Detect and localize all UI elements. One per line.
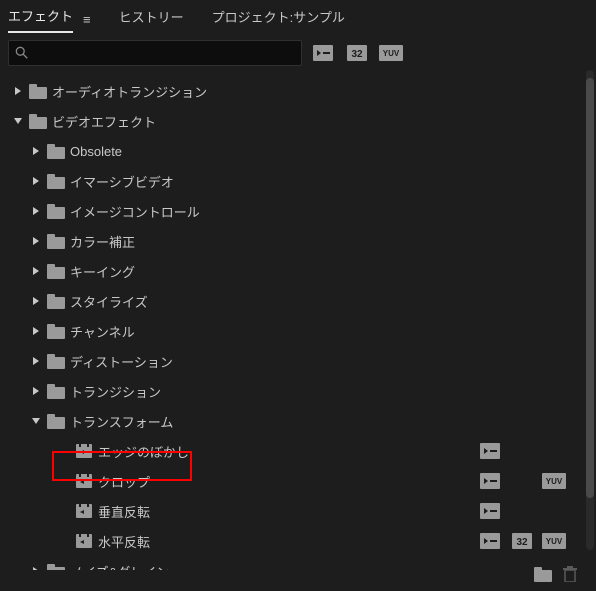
folder-icon	[46, 413, 66, 429]
folder-icon	[46, 563, 66, 570]
folder-transition[interactable]: トランジション	[4, 376, 596, 406]
accelerated-badge-icon	[480, 533, 500, 549]
folder-label: トランスフォーム	[70, 412, 568, 431]
chevron-right-icon	[30, 267, 42, 275]
folder-label: ビデオエフェクト	[52, 112, 568, 131]
search-toolbar	[0, 32, 596, 72]
folder-icon	[46, 293, 66, 309]
chevron-right-icon	[30, 387, 42, 395]
folder-icon	[46, 143, 66, 159]
folder-icon	[46, 353, 66, 369]
chevron-right-icon	[12, 87, 24, 95]
folder-label: キーイング	[70, 262, 568, 281]
effect-badges	[478, 503, 566, 519]
tab-effects[interactable]: エフェクト	[8, 6, 73, 33]
folder-transform[interactable]: トランスフォーム	[4, 406, 596, 436]
folder-icon	[46, 203, 66, 219]
folder-channel[interactable]: チャンネル	[4, 316, 596, 346]
folder-icon	[46, 323, 66, 339]
panel-menu-icon[interactable]: ≡	[83, 12, 91, 27]
folder-label: ディストーション	[70, 352, 568, 371]
search-icon	[15, 46, 29, 60]
folder-noise-grain[interactable]: ノイズ&グレイン	[4, 556, 596, 570]
panel-tabs: エフェクト ≡ ヒストリー プロジェクト:サンプル	[0, 0, 596, 32]
tab-project[interactable]: プロジェクト:サンプル	[212, 7, 345, 32]
filter-accelerated-button[interactable]	[310, 42, 336, 64]
folder-icon	[46, 263, 66, 279]
effect-badges	[478, 533, 566, 549]
effect-vertical-flip[interactable]: 垂直反転	[4, 496, 596, 526]
folder-label: スタイライズ	[70, 292, 568, 311]
accelerated-badge-icon	[480, 503, 500, 519]
folder-label: ノイズ&グレイン	[70, 562, 568, 571]
folder-icon	[28, 83, 48, 99]
panel-footer	[534, 566, 578, 585]
folder-label: Obsolete	[70, 144, 568, 159]
filter-32bit-button[interactable]	[344, 42, 370, 64]
folder-label: オーディオトランジション	[52, 82, 568, 101]
chevron-right-icon	[30, 147, 42, 155]
folder-label: イマーシブビデオ	[70, 172, 568, 191]
chevron-right-icon	[30, 207, 42, 215]
folder-immersive[interactable]: イマーシブビデオ	[4, 166, 596, 196]
chevron-right-icon	[30, 327, 42, 335]
search-box[interactable]	[8, 40, 302, 66]
chevron-right-icon	[30, 237, 42, 245]
preset-icon	[74, 503, 94, 519]
chevron-right-icon	[30, 177, 42, 185]
folder-icon	[46, 383, 66, 399]
folder-image-control[interactable]: イメージコントロール	[4, 196, 596, 226]
chevron-right-icon	[30, 357, 42, 365]
accelerated-badge-icon	[480, 473, 500, 489]
yuv-badge-icon	[542, 473, 566, 489]
project-prefix: プロジェクト:	[212, 10, 294, 25]
effect-badges	[478, 443, 566, 459]
effect-crop[interactable]: クロップ	[4, 466, 596, 496]
tab-history[interactable]: ヒストリー	[119, 7, 184, 32]
folder-icon	[28, 113, 48, 129]
folder-label: カラー補正	[70, 232, 568, 251]
filter-yuv-button[interactable]	[378, 42, 404, 64]
folder-icon	[46, 233, 66, 249]
accelerated-badge-icon	[480, 443, 500, 459]
folder-keying[interactable]: キーイング	[4, 256, 596, 286]
effects-tree[interactable]: オーディオトランジション ビデオエフェクト Obsolete イマーシブビデオ …	[0, 72, 596, 570]
preset-icon	[74, 473, 94, 489]
folder-distortion[interactable]: ディストーション	[4, 346, 596, 376]
preset-icon	[74, 443, 94, 459]
folder-color-correction[interactable]: カラー補正	[4, 226, 596, 256]
new-bin-button[interactable]	[534, 567, 552, 585]
scrollbar-thumb[interactable]	[586, 78, 594, 498]
effect-badges	[478, 473, 566, 489]
folder-audio-transition[interactable]: オーディオトランジション	[4, 76, 596, 106]
effect-edge-feather[interactable]: エッジのぼかし	[4, 436, 596, 466]
chevron-down-icon	[30, 418, 42, 424]
effect-horizontal-flip[interactable]: 水平反転	[4, 526, 596, 556]
folder-stylize[interactable]: スタイライズ	[4, 286, 596, 316]
folder-icon	[46, 173, 66, 189]
32bit-badge-icon	[512, 533, 532, 549]
yuv-badge-icon	[542, 533, 566, 549]
folder-label: トランジション	[70, 382, 568, 401]
chevron-right-icon	[30, 297, 42, 305]
chevron-down-icon	[12, 118, 24, 124]
search-input[interactable]	[33, 46, 295, 61]
project-name: サンプル	[293, 10, 345, 25]
folder-label: チャンネル	[70, 322, 568, 341]
folder-label: イメージコントロール	[70, 202, 568, 221]
tree-scrollbar[interactable]	[586, 70, 594, 550]
delete-button[interactable]	[562, 566, 578, 585]
folder-obsolete[interactable]: Obsolete	[4, 136, 596, 166]
folder-video-effects[interactable]: ビデオエフェクト	[4, 106, 596, 136]
preset-icon	[74, 533, 94, 549]
chevron-right-icon	[30, 567, 42, 570]
